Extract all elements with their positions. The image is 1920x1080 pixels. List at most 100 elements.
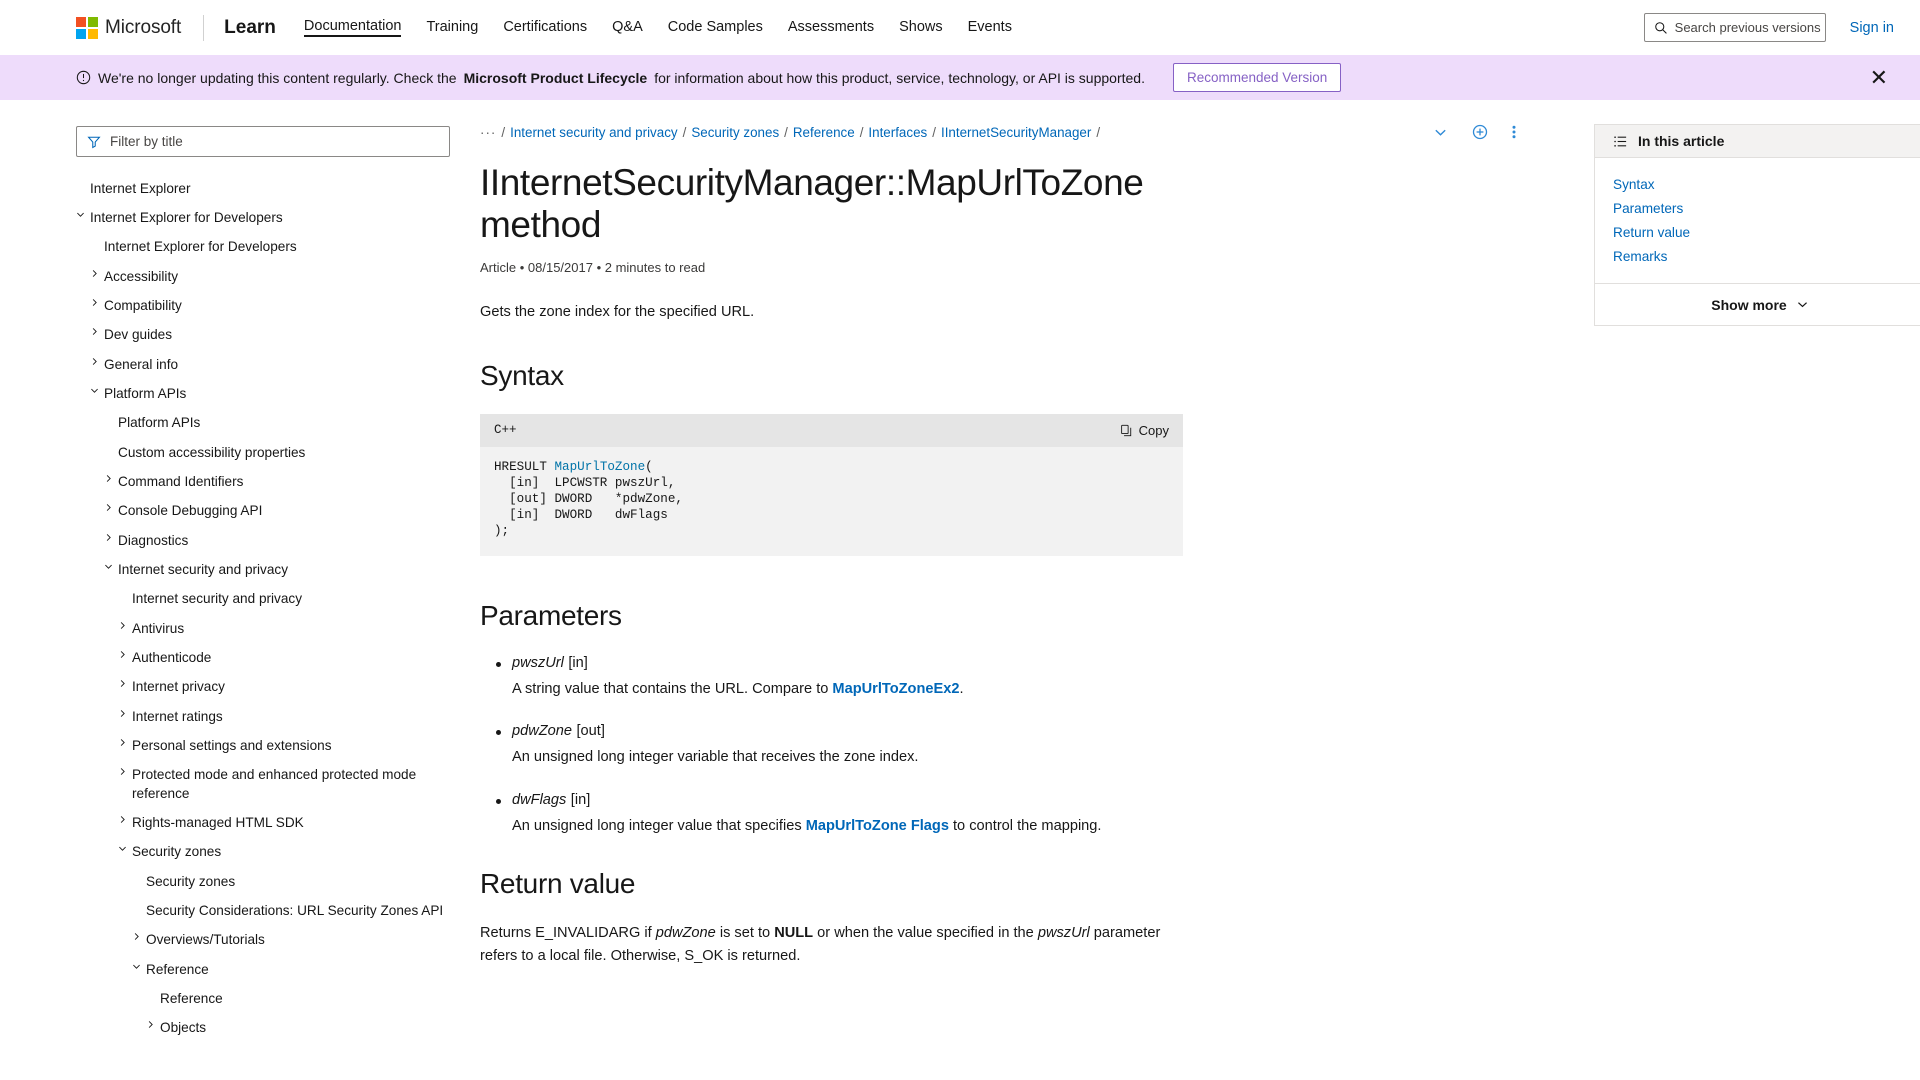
sidebar-item-authenticode[interactable]: Authenticode	[118, 644, 450, 673]
toc-link-remarks[interactable]: Remarks	[1613, 244, 1907, 268]
sidebar-item-dev-guides[interactable]: Dev guides	[90, 321, 450, 350]
sidebar-item-internet-explorer-for-developers[interactable]: Internet Explorer for Developers	[76, 203, 450, 232]
chevron-down-icon[interactable]	[90, 386, 104, 395]
primary-nav: Documentation Training Certifications Q&…	[303, 18, 1012, 37]
add-to-collection-icon[interactable]	[1472, 124, 1488, 140]
microsoft-logo[interactable]: Microsoft	[76, 16, 181, 39]
sidebar-item-security-considerations-url-security-zones-api[interactable]: Security Considerations: URL Security Zo…	[132, 897, 450, 926]
search-input[interactable]: Search previous versions	[1643, 13, 1826, 42]
breadcrumb-item-3[interactable]: Interfaces	[868, 125, 927, 140]
sidebar-item-compatibility[interactable]: Compatibility	[90, 291, 450, 320]
sidebar-item-protected-mode-and-enhanced-protected-mode-reference[interactable]: Protected mode and enhanced protected mo…	[118, 761, 450, 809]
recommended-version-button[interactable]: Recommended Version	[1172, 63, 1342, 92]
toc-link-syntax[interactable]: Syntax	[1613, 172, 1907, 196]
chevron-down-icon[interactable]	[104, 562, 118, 571]
parameter-desc-before: A string value that contains the URL. Co…	[512, 680, 833, 697]
sidebar-item-label: Authenticode	[132, 650, 212, 665]
chevron-right-icon[interactable]	[118, 621, 132, 630]
chevron-right-icon[interactable]	[146, 1020, 160, 1029]
sidebar-item-objects[interactable]: Objects	[146, 1014, 450, 1043]
search-placeholder: Search previous versions	[1674, 20, 1821, 35]
sidebar-item-accessibility[interactable]: Accessibility	[90, 262, 450, 291]
sidebar-item-label: Internet security and privacy	[118, 561, 289, 577]
chevron-right-icon[interactable]	[104, 533, 118, 542]
rv-text-3: or when the value specified in the	[813, 924, 1038, 941]
chevron-right-icon[interactable]	[90, 269, 104, 278]
sidebar-item-platform-apis[interactable]: Platform APIs	[104, 409, 450, 438]
sidebar-item-internet-security-and-privacy[interactable]: Internet security and privacy	[118, 585, 450, 614]
sidebar-item-reference[interactable]: Reference	[146, 985, 450, 1014]
breadcrumb-item-0[interactable]: Internet security and privacy	[510, 125, 677, 140]
sidebar-item-diagnostics[interactable]: Diagnostics	[104, 526, 450, 555]
chevron-right-icon[interactable]	[118, 767, 132, 776]
chevron-right-icon[interactable]	[90, 357, 104, 366]
sidebar-item-label: Platform APIs	[118, 415, 201, 431]
sidebar-item-platform-apis[interactable]: Platform APIs	[90, 379, 450, 408]
breadcrumb-item-1[interactable]: Security zones	[691, 125, 779, 140]
chevron-right-icon[interactable]	[90, 298, 104, 307]
filter-icon	[87, 135, 101, 149]
chevron-right-icon[interactable]	[118, 815, 132, 824]
chevron-right-icon[interactable]	[90, 327, 104, 336]
sidebar-item-antivirus[interactable]: Antivirus	[118, 614, 450, 643]
toc-link-parameters[interactable]: Parameters	[1613, 196, 1907, 220]
sidebar-item-rights-managed-html-sdk[interactable]: Rights-managed HTML SDK	[118, 809, 450, 838]
sign-in-link[interactable]: Sign in	[1850, 20, 1894, 36]
chevron-down-icon[interactable]	[118, 844, 132, 853]
chevron-down-icon[interactable]	[1433, 125, 1448, 140]
sidebar-item-internet-privacy[interactable]: Internet privacy	[118, 673, 450, 702]
learn-brand[interactable]: Learn	[224, 17, 276, 39]
sidebar-item-label: Diagnostics	[118, 532, 189, 548]
chevron-down-icon[interactable]	[76, 210, 90, 219]
sidebar-item-reference[interactable]: Reference	[132, 955, 450, 984]
chevron-right-icon[interactable]	[118, 679, 132, 688]
chevron-right-icon[interactable]	[118, 709, 132, 718]
sidebar-item-internet-explorer[interactable]: Internet Explorer	[76, 174, 450, 203]
breadcrumb-item-2[interactable]: Reference	[793, 125, 855, 140]
sidebar-item-general-info[interactable]: General info	[90, 350, 450, 379]
parameter-name: dwFlags	[512, 792, 567, 809]
sidebar-item-personal-settings-and-extensions[interactable]: Personal settings and extensions	[118, 732, 450, 761]
filter-input[interactable]: Filter by title	[76, 126, 450, 157]
nav-item-code-samples[interactable]: Code Samples	[668, 19, 763, 37]
nav-item-documentation[interactable]: Documentation	[303, 18, 402, 37]
sidebar-item-console-debugging-api[interactable]: Console Debugging API	[104, 497, 450, 526]
chevron-right-icon[interactable]	[132, 932, 146, 941]
sidebar-item-internet-explorer-for-developers[interactable]: Internet Explorer for Developers	[90, 233, 450, 262]
nav-item-shows[interactable]: Shows	[899, 19, 943, 37]
nav-item-assessments[interactable]: Assessments	[788, 19, 874, 37]
nav-item-certifications[interactable]: Certifications	[503, 19, 587, 37]
banner-lifecycle-link[interactable]: Microsoft Product Lifecycle	[464, 70, 648, 86]
more-options-icon[interactable]	[1512, 124, 1516, 140]
close-icon[interactable]: ✕	[1870, 66, 1894, 89]
chevron-right-icon[interactable]	[118, 650, 132, 659]
info-icon	[76, 70, 91, 85]
sidebar-item-internet-ratings[interactable]: Internet ratings	[118, 702, 450, 731]
toc-link-return-value[interactable]: Return value	[1613, 220, 1907, 244]
parameter-direction: [in]	[570, 792, 591, 809]
sidebar-item-security-zones[interactable]: Security zones	[118, 838, 450, 867]
parameter-desc-link[interactable]: MapUrlToZone Flags	[806, 818, 949, 834]
sidebar-item-label: Internet Explorer for Developers	[104, 239, 297, 255]
chevron-right-icon[interactable]	[104, 503, 118, 512]
parameter-desc-link[interactable]: MapUrlToZoneEx2	[832, 681, 959, 697]
show-more-button[interactable]: Show more	[1595, 283, 1920, 325]
sidebar-tree: Internet Explorer Internet Explorer for D…	[76, 174, 450, 1043]
copy-button[interactable]: Copy	[1120, 423, 1169, 438]
chevron-right-icon[interactable]	[104, 474, 118, 483]
chevron-down-icon[interactable]	[132, 962, 146, 971]
sidebar-item-label: Rights-managed HTML SDK	[132, 815, 304, 831]
nav-item-training[interactable]: Training	[426, 19, 478, 37]
chevron-right-icon[interactable]	[118, 738, 132, 747]
sidebar-item-internet-security-and-privacy[interactable]: Internet security and privacy	[104, 555, 450, 584]
sidebar-item-command-identifiers[interactable]: Command Identifiers	[104, 467, 450, 496]
nav-item-qanda[interactable]: Q&A	[612, 19, 643, 37]
breadcrumb-ellipsis[interactable]: ···	[480, 125, 496, 140]
sidebar-item-overviews-tutorials[interactable]: Overviews/Tutorials	[132, 926, 450, 955]
sidebar-item-custom-accessibility-properties[interactable]: Custom accessibility properties	[104, 438, 450, 467]
sidebar-item-security-zones[interactable]: Security zones	[132, 867, 450, 896]
nav-item-events[interactable]: Events	[968, 19, 1012, 37]
breadcrumb-item-4[interactable]: IInternetSecurityManager	[941, 125, 1091, 140]
in-this-article-panel: In this article Syntax Parameters Return…	[1560, 100, 1920, 1080]
code-prefix: HRESULT	[494, 459, 555, 474]
